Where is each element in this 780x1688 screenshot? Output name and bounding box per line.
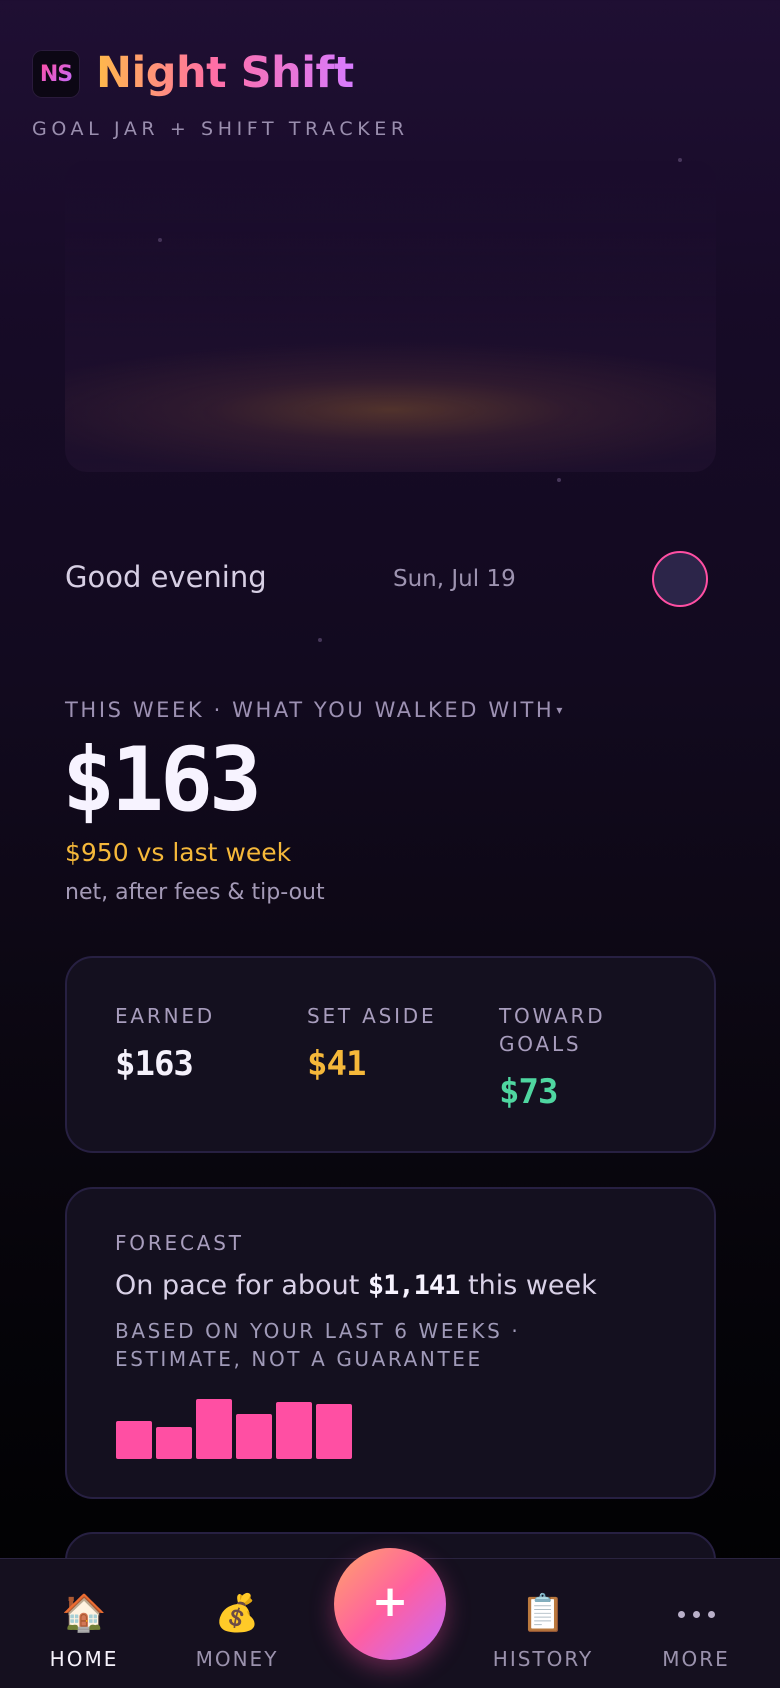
forecast-card: FORECAST On pace for about $1,141 this w… xyxy=(65,1187,716,1499)
stat-toward-goals-value: $73 xyxy=(499,1072,558,1112)
forecast-bar xyxy=(236,1414,272,1459)
nav-more-label: MORE xyxy=(662,1647,730,1671)
app-logo-text: NS xyxy=(39,61,73,87)
add-shift-button[interactable]: + xyxy=(334,1548,446,1660)
forecast-bar xyxy=(276,1402,312,1459)
app-subtitle: GOAL JAR + SHIFT TRACKER xyxy=(32,118,409,140)
forecast-label: FORECAST xyxy=(115,1231,244,1255)
background-star xyxy=(318,638,322,642)
stat-earned-value: $163 xyxy=(115,1044,194,1084)
app-header: NS Night Shift GOAL JAR + SHIFT TRACKER xyxy=(32,48,732,148)
forecast-line: On pace for about $1,141 this week xyxy=(115,1270,597,1301)
weekly-breakdown-card: EARNED $163 SET ASIDE $41 TOWARD GOALS $… xyxy=(65,956,716,1153)
week-net-amount: $163 xyxy=(62,728,262,831)
forecast-bar xyxy=(116,1421,152,1459)
forecast-suffix: this week xyxy=(459,1270,597,1301)
chevron-down-icon: ▾ xyxy=(556,703,563,717)
week-net-note: net, after fees & tip-out xyxy=(65,880,325,905)
hero-glow xyxy=(65,160,716,472)
stat-earned-label: EARNED xyxy=(115,1004,216,1028)
forecast-amount: $1,141 xyxy=(367,1270,461,1301)
money-bag-icon: 💰 xyxy=(214,1593,260,1634)
forecast-bar xyxy=(316,1404,352,1459)
stat-toward-goals: TOWARD GOALS $73 xyxy=(499,1002,649,1112)
week-summary-label-text: THIS WEEK · WHAT YOU WALKED WITH xyxy=(65,698,555,722)
stat-set-aside: SET ASIDE $41 xyxy=(307,1002,436,1084)
forecast-sparkline xyxy=(116,1394,356,1459)
more-icon xyxy=(631,1589,761,1639)
forecast-bar xyxy=(196,1399,232,1459)
avatar[interactable] xyxy=(652,551,708,607)
current-date: Sun, Jul 19 xyxy=(393,566,516,592)
plus-icon: + xyxy=(371,1576,409,1627)
nav-home[interactable]: 🏠 HOME xyxy=(19,1589,149,1671)
nav-history-label: HISTORY xyxy=(492,1647,594,1671)
nav-money[interactable]: 💰 MONEY xyxy=(172,1589,302,1671)
forecast-basis: BASED ON YOUR LAST 6 WEEKS · ESTIMATE, N… xyxy=(115,1319,521,1371)
stat-set-aside-value: $41 xyxy=(307,1044,366,1084)
week-comparison: $950 vs last week xyxy=(65,838,292,867)
clipboard-icon: 📋 xyxy=(520,1593,566,1634)
greeting-text: Good evening xyxy=(65,560,267,594)
app-logo: NS xyxy=(32,50,80,98)
house-icon: 🏠 xyxy=(61,1593,107,1634)
app-title: Night Shift xyxy=(96,48,354,98)
nav-money-label: MONEY xyxy=(195,1647,279,1671)
stat-earned: EARNED $163 xyxy=(115,1002,215,1084)
week-summary-label[interactable]: THIS WEEK · WHAT YOU WALKED WITH ▾ xyxy=(65,698,562,722)
nav-more[interactable]: MORE xyxy=(631,1589,761,1671)
forecast-prefix: On pace for about xyxy=(115,1270,368,1301)
nav-home-label: HOME xyxy=(49,1647,119,1671)
forecast-bar xyxy=(156,1427,192,1459)
nav-history[interactable]: 📋 HISTORY xyxy=(478,1589,608,1671)
background-star xyxy=(557,478,561,482)
stat-set-aside-label: SET ASIDE xyxy=(307,1004,437,1028)
stat-toward-goals-label: TOWARD GOALS xyxy=(499,1004,606,1056)
